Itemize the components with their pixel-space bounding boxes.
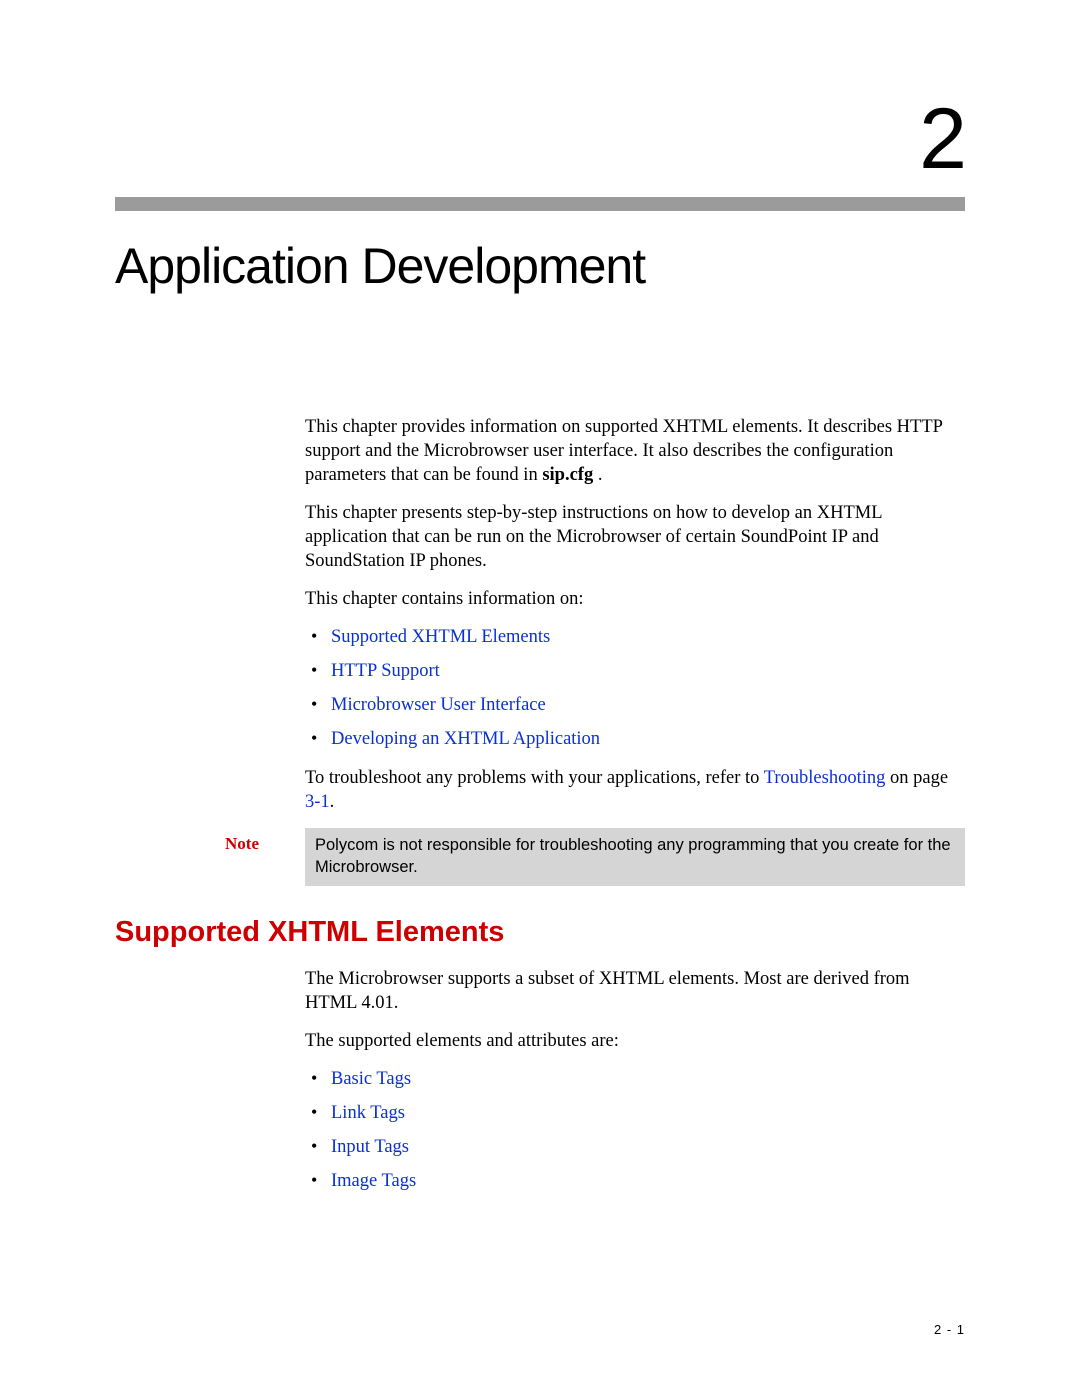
text: To troubleshoot any problems with your a… <box>305 768 764 788</box>
list-item: Link Tags <box>305 1101 965 1125</box>
list-item: Basic Tags <box>305 1067 965 1091</box>
link-basic-tags[interactable]: Basic Tags <box>331 1069 411 1089</box>
config-filename: sip.cfg <box>542 465 593 485</box>
chapter-title: Application Development <box>115 237 965 295</box>
chapter-number: 2 <box>115 90 965 189</box>
section-heading: Supported XHTML Elements <box>115 916 965 949</box>
note-callout: Note Polycom is not responsible for trou… <box>225 828 965 887</box>
list-item: Input Tags <box>305 1135 965 1159</box>
toc-link-list: Supported XHTML Elements HTTP Support Mi… <box>305 625 965 751</box>
link-supported-xhtml[interactable]: Supported XHTML Elements <box>331 627 550 647</box>
tags-link-list: Basic Tags Link Tags Input Tags Image Ta… <box>305 1067 965 1193</box>
note-text: Polycom is not responsible for troublesh… <box>305 828 965 887</box>
link-page-ref[interactable]: 3-1 <box>305 792 330 812</box>
troubleshooting-paragraph: To troubleshoot any problems with your a… <box>305 766 965 814</box>
note-label: Note <box>225 828 305 887</box>
section-paragraph-1: The Microbrowser supports a subset of XH… <box>305 967 965 1015</box>
link-http-support[interactable]: HTTP Support <box>331 661 440 681</box>
intro-paragraph-2: This chapter presents step-by-step instr… <box>305 501 965 573</box>
link-troubleshooting[interactable]: Troubleshooting <box>764 768 886 788</box>
text: This chapter provides information on sup… <box>305 417 942 485</box>
page-number: 2 - 1 <box>934 1322 965 1337</box>
intro-paragraph-3: This chapter contains information on: <box>305 587 965 611</box>
list-item: Image Tags <box>305 1169 965 1193</box>
text: on page <box>885 768 948 788</box>
link-link-tags[interactable]: Link Tags <box>331 1103 405 1123</box>
list-item: Microbrowser User Interface <box>305 693 965 717</box>
section-paragraph-2: The supported elements and attributes ar… <box>305 1029 965 1053</box>
horizontal-rule <box>115 197 965 211</box>
list-item: HTTP Support <box>305 659 965 683</box>
link-microbrowser-ui[interactable]: Microbrowser User Interface <box>331 695 546 715</box>
list-item: Supported XHTML Elements <box>305 625 965 649</box>
link-image-tags[interactable]: Image Tags <box>331 1171 416 1191</box>
link-developing-app[interactable]: Developing an XHTML Application <box>331 729 600 749</box>
link-input-tags[interactable]: Input Tags <box>331 1137 409 1157</box>
text: . <box>593 465 602 485</box>
text: . <box>330 792 335 812</box>
intro-paragraph-1: This chapter provides information on sup… <box>305 415 965 487</box>
list-item: Developing an XHTML Application <box>305 727 965 751</box>
